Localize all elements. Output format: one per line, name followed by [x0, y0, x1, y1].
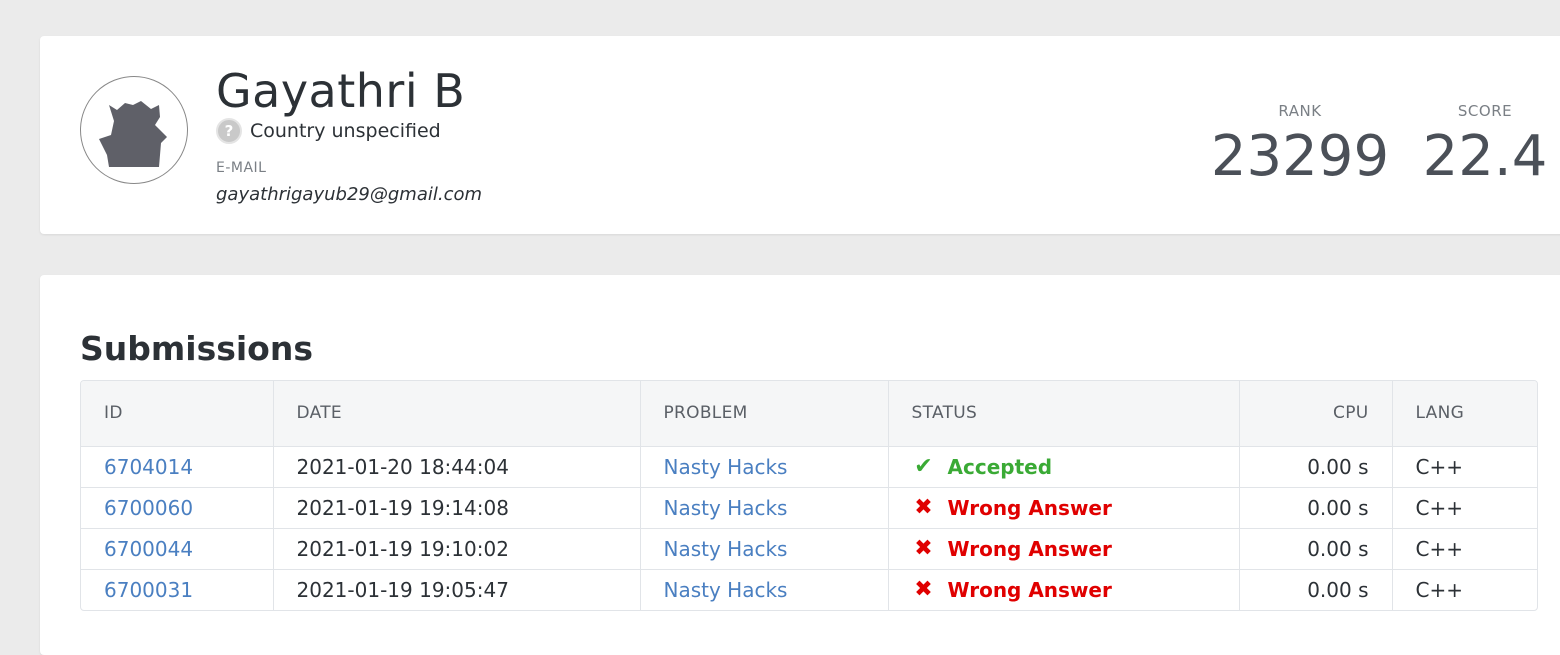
table-row: 6700060 2021-01-19 19:14:08 Nasty Hacks …: [81, 487, 1537, 528]
country-row: ? Country unspecified: [216, 118, 441, 144]
user-name: Gayathri B: [216, 64, 466, 118]
problem-link[interactable]: Nasty Hacks: [664, 537, 788, 561]
email-value: gayathrigayub29@gmail.com: [216, 184, 483, 205]
cross-icon: ✖: [914, 536, 933, 561]
table-header: ID DATE PROBLEM STATUS CPU LANG: [81, 381, 1537, 446]
problem-link[interactable]: Nasty Hacks: [664, 578, 788, 602]
submission-lang: C++: [1415, 577, 1463, 602]
table-row: 6704014 2021-01-20 18:44:04 Nasty Hacks …: [81, 446, 1537, 487]
submission-date: 2021-01-20 18:44:04: [273, 446, 641, 487]
col-status[interactable]: STATUS: [888, 381, 1240, 446]
status-wrong: ✖ Wrong Answer: [912, 536, 1216, 561]
submission-date: 2021-01-19 19:10:02: [273, 528, 641, 569]
country-text: Country unspecified: [250, 120, 441, 142]
profile-card: Gayathri B ? Country unspecified E-MAIL …: [40, 36, 1560, 234]
status-wrong: ✖ Wrong Answer: [912, 495, 1216, 520]
email-label: E-MAIL: [216, 160, 267, 176]
submission-date: 2021-01-19 19:05:47: [273, 569, 641, 610]
submissions-card: Submissions ID DATE PROBLEM STATUS CPU L…: [40, 275, 1560, 655]
status-text: Accepted: [947, 454, 1053, 479]
submission-lang: C++: [1415, 536, 1463, 561]
rank-value: 23299: [1210, 124, 1390, 189]
status-text: Wrong Answer: [947, 536, 1112, 561]
col-problem[interactable]: PROBLEM: [640, 381, 889, 446]
problem-link[interactable]: Nasty Hacks: [664, 496, 788, 520]
col-date[interactable]: DATE: [273, 381, 641, 446]
question-icon: ?: [216, 118, 242, 144]
cat-avatar-icon: [99, 101, 167, 167]
col-cpu[interactable]: CPU: [1239, 381, 1393, 446]
submission-date: 2021-01-19 19:14:08: [273, 487, 641, 528]
submission-cpu: 0.00 s: [1239, 528, 1393, 569]
submission-id-link[interactable]: 6700031: [104, 578, 193, 602]
submissions-table: ID DATE PROBLEM STATUS CPU LANG 6704014 …: [80, 380, 1538, 611]
avatar: [80, 76, 188, 184]
col-id[interactable]: ID: [81, 381, 274, 446]
table-row: 6700031 2021-01-19 19:05:47 Nasty Hacks …: [81, 569, 1537, 610]
problem-link[interactable]: Nasty Hacks: [664, 455, 788, 479]
submissions-title: Submissions: [80, 329, 313, 368]
submission-cpu: 0.00 s: [1239, 487, 1393, 528]
submission-cpu: 0.00 s: [1239, 446, 1393, 487]
submission-cpu: 0.00 s: [1239, 569, 1393, 610]
col-lang[interactable]: LANG: [1392, 381, 1537, 446]
submission-lang: C++: [1415, 454, 1463, 479]
status-text: Wrong Answer: [947, 495, 1112, 520]
check-icon: ✔: [914, 454, 933, 479]
submission-lang: C++: [1415, 495, 1463, 520]
status-wrong: ✖ Wrong Answer: [912, 577, 1216, 602]
status-text: Wrong Answer: [947, 577, 1112, 602]
score-value: 22.4: [1422, 124, 1548, 189]
status-accepted: ✔ Accepted: [912, 454, 1216, 479]
submission-id-link[interactable]: 6700060: [104, 496, 193, 520]
score-label: SCORE: [1457, 102, 1513, 120]
submission-id-link[interactable]: 6704014: [104, 455, 193, 479]
rank-label: RANK: [1278, 102, 1322, 120]
submission-id-link[interactable]: 6700044: [104, 537, 193, 561]
cross-icon: ✖: [914, 577, 933, 603]
cross-icon: ✖: [914, 495, 933, 520]
table-row: 6700044 2021-01-19 19:10:02 Nasty Hacks …: [81, 528, 1537, 569]
